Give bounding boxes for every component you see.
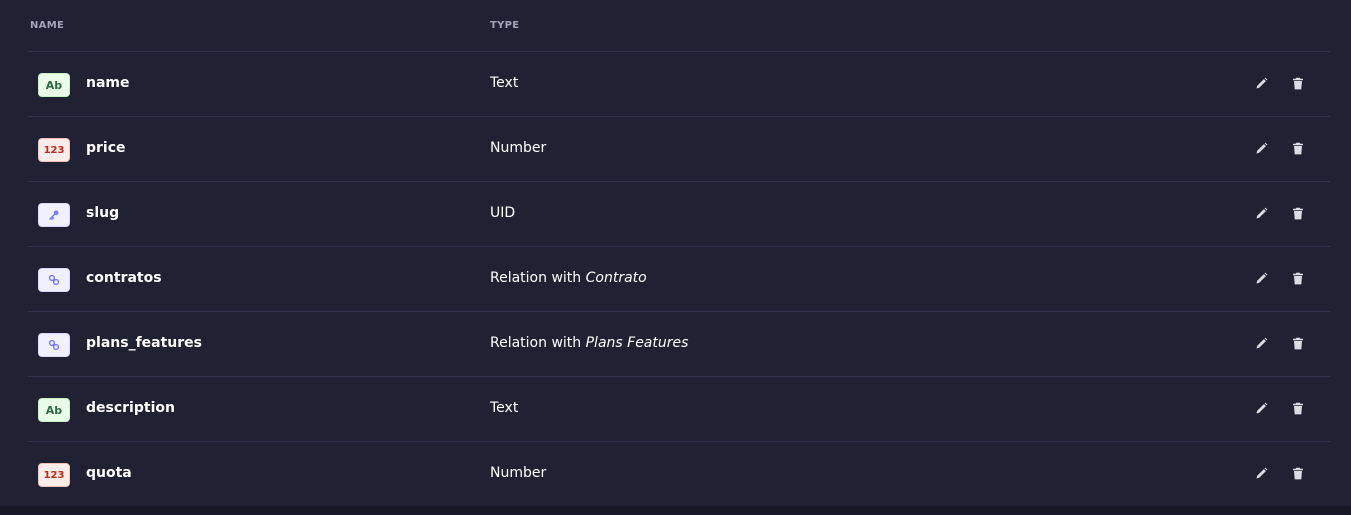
edit-field-button[interactable] <box>1251 74 1271 94</box>
trash-icon <box>1292 400 1304 419</box>
delete-field-button[interactable] <box>1288 139 1308 159</box>
table-row[interactable]: Ab name Text <box>28 52 1330 117</box>
field-type: Relation with Plans Features <box>490 335 688 351</box>
field-name: name <box>86 75 130 91</box>
edit-field-button[interactable] <box>1251 334 1271 354</box>
field-name: quota <box>86 465 132 481</box>
delete-field-button[interactable] <box>1288 334 1308 354</box>
pencil-icon <box>1255 75 1268 94</box>
trash-icon <box>1292 75 1304 94</box>
pencil-icon <box>1255 400 1268 419</box>
relation-target: Contrato <box>585 270 647 286</box>
field-type-label: Relation with <box>490 335 586 351</box>
key-icon <box>38 203 70 227</box>
delete-field-button[interactable] <box>1288 74 1308 94</box>
trash-icon <box>1292 465 1304 484</box>
link-icon <box>38 333 70 357</box>
table-row[interactable]: plans_features Relation with Plans Featur… <box>28 312 1330 377</box>
delete-field-button[interactable] <box>1288 204 1308 224</box>
field-type: Text <box>490 400 518 416</box>
field-type-label: Text <box>490 75 519 91</box>
edit-field-button[interactable] <box>1251 399 1271 419</box>
page-bottom-edge <box>0 506 1351 515</box>
pencil-icon <box>1255 270 1268 289</box>
pencil-icon <box>1255 140 1268 159</box>
table-row[interactable]: Ab description Text <box>28 377 1330 442</box>
field-type: Number <box>490 465 546 481</box>
number-icon: 123 <box>38 138 70 162</box>
table-body: Ab name Text 123 price Number slug UID contratos… <box>28 52 1330 507</box>
delete-field-button[interactable] <box>1288 399 1308 419</box>
field-type-label: Relation with <box>490 270 586 286</box>
content-type-fields-panel: NAME TYPE Ab name Text 123 price Number slug UI… <box>0 0 1351 507</box>
delete-field-button[interactable] <box>1288 269 1308 289</box>
field-name: contratos <box>86 270 162 286</box>
table-row[interactable]: 123 price Number <box>28 117 1330 182</box>
field-name: slug <box>86 205 120 221</box>
table-row[interactable]: contratos Relation with Contrato <box>28 247 1330 312</box>
field-type-label: Number <box>490 140 547 156</box>
field-type: Relation with Contrato <box>490 270 647 286</box>
trash-icon <box>1292 140 1304 159</box>
pencil-icon <box>1255 465 1268 484</box>
table-header: NAME TYPE <box>28 0 1330 52</box>
trash-icon <box>1292 335 1304 354</box>
edit-field-button[interactable] <box>1251 204 1271 224</box>
relation-target: Plans Features <box>585 335 689 351</box>
field-name: price <box>86 140 126 156</box>
table-row[interactable]: 123 quota Number <box>28 442 1330 507</box>
edit-field-button[interactable] <box>1251 464 1271 484</box>
link-icon <box>38 268 70 292</box>
trash-icon <box>1292 270 1304 289</box>
column-header-name: NAME <box>30 20 65 31</box>
pencil-icon <box>1255 205 1268 224</box>
field-name: description <box>86 400 175 416</box>
field-type-label: Text <box>490 400 519 416</box>
field-type-label: UID <box>490 205 516 221</box>
field-type: UID <box>490 205 515 221</box>
delete-field-button[interactable] <box>1288 464 1308 484</box>
edit-field-button[interactable] <box>1251 269 1271 289</box>
number-icon: 123 <box>38 463 70 487</box>
pencil-icon <box>1255 335 1268 354</box>
field-type-label: Number <box>490 465 547 481</box>
fields-table: NAME TYPE Ab name Text 123 price Number slug UI… <box>28 0 1330 507</box>
trash-icon <box>1292 205 1304 224</box>
text-icon: Ab <box>38 398 70 422</box>
text-icon: Ab <box>38 73 70 97</box>
field-name: plans_features <box>86 335 202 351</box>
field-type: Text <box>490 75 518 91</box>
table-row[interactable]: slug UID <box>28 182 1330 247</box>
field-type: Number <box>490 140 546 156</box>
column-header-type: TYPE <box>490 20 520 31</box>
edit-field-button[interactable] <box>1251 139 1271 159</box>
